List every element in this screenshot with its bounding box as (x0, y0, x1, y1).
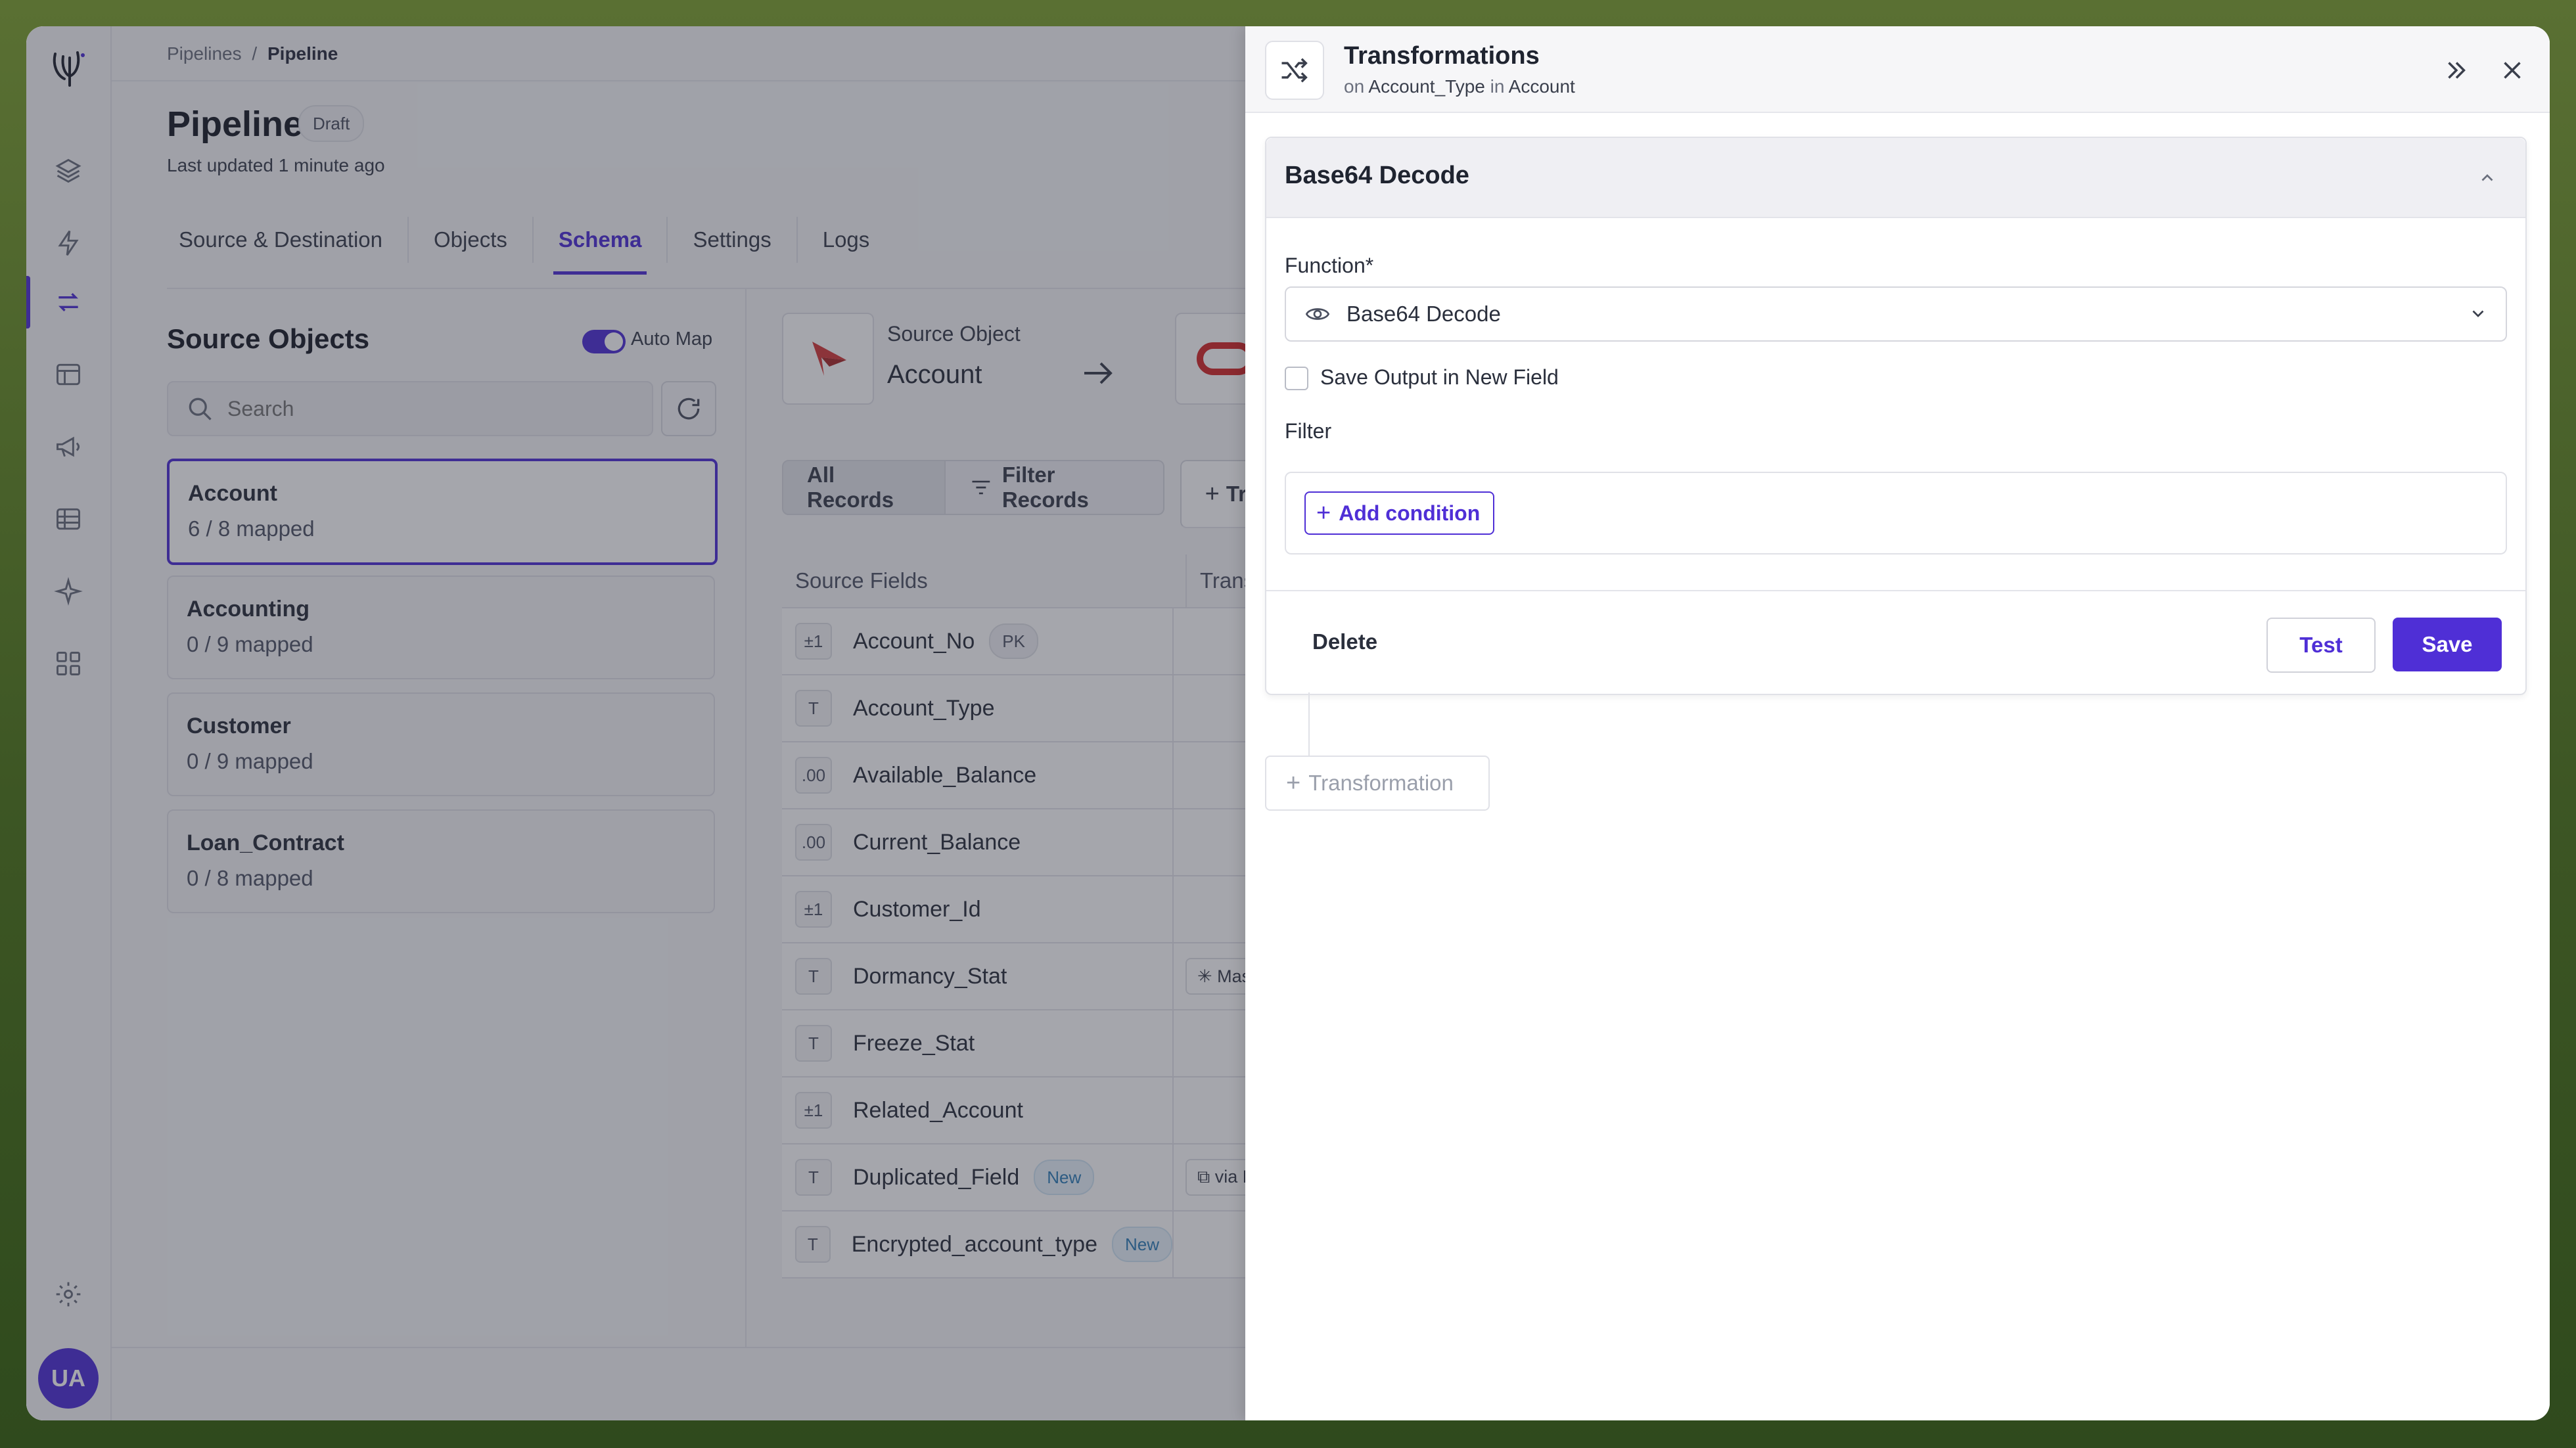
subtitle-on: on (1344, 76, 1365, 97)
modal-overlay[interactable] (26, 26, 1272, 1420)
save-button[interactable]: Save (2393, 618, 2502, 671)
drawer-header: Transformations on Account_Type in Accou… (1245, 26, 2550, 113)
chevron-up-icon[interactable] (2475, 166, 2499, 189)
add-condition-label: Add condition (1339, 501, 1481, 525)
transformation-name: Base64 Decode (1285, 162, 1469, 189)
chevron-down-icon (2472, 310, 2484, 317)
add-transformation-button[interactable]: + Transformation (1265, 756, 1490, 811)
function-select[interactable]: Base64 Decode (1285, 286, 2507, 342)
delete-button[interactable]: Delete (1312, 629, 1377, 654)
test-button[interactable]: Test (2266, 618, 2376, 673)
transformation-card-header[interactable]: Base64 Decode (1266, 138, 2525, 218)
subtitle-object: Account (1508, 76, 1575, 97)
filter-conditions-box: + Add condition (1285, 472, 2507, 554)
transformations-drawer: Transformations on Account_Type in Accou… (1245, 26, 2550, 1420)
shuffle-icon (1265, 41, 1324, 100)
function-value: Base64 Decode (1346, 302, 1501, 326)
plus-icon: + (1286, 769, 1301, 797)
divider (1266, 590, 2525, 591)
drawer-title: Transformations (1344, 42, 1540, 70)
filter-label: Filter (1285, 419, 1332, 443)
eye-icon (1305, 308, 1330, 320)
app-window: UA Pipelines / Pipeline Pipeline Draft L… (26, 26, 2550, 1420)
add-transformation-label: Transformation (1308, 771, 1454, 795)
add-condition-button[interactable]: + Add condition (1304, 491, 1495, 535)
subtitle-in: in (1490, 76, 1505, 97)
function-label: Function* (1285, 254, 1374, 277)
expand-icon[interactable] (2441, 55, 2472, 85)
transformation-card: Base64 Decode Function* Base64 Decode Sa… (1265, 137, 2527, 695)
save-output-checkbox[interactable] (1285, 367, 1308, 390)
plus-icon: + (1316, 499, 1331, 527)
close-icon[interactable] (2497, 55, 2527, 85)
subtitle-field: Account_Type (1368, 76, 1485, 97)
drawer-subtitle: on Account_Type in Account (1344, 76, 1575, 97)
save-output-label[interactable]: Save Output in New Field (1320, 365, 1559, 390)
